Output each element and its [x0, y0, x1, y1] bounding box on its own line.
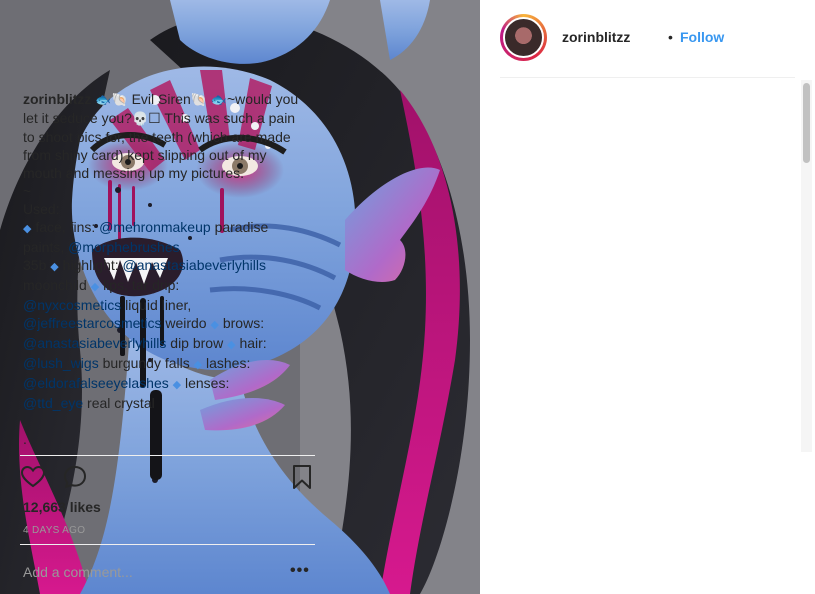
- mention-link[interactable]: @jeffreestarcosmetics: [23, 315, 161, 331]
- divider: [500, 77, 795, 78]
- speech-bubble-icon[interactable]: [62, 464, 88, 490]
- mention-link[interactable]: @eldorafalseeyelashes: [23, 375, 169, 391]
- box-glyph: ☐: [148, 110, 161, 126]
- comment-input[interactable]: [23, 562, 273, 582]
- post-timestamp[interactable]: 4 DAYS AGO: [23, 525, 85, 536]
- caption-text: moonchild: [23, 277, 87, 293]
- avatar[interactable]: [503, 17, 544, 58]
- diamond-icon: ◆: [172, 379, 182, 391]
- caption-text: highlight:: [62, 257, 119, 273]
- story-ring[interactable]: [500, 14, 547, 61]
- post-caption: zorinblitzz 🐟🐚 Evil Siren🐚 🐟~would you l…: [23, 90, 299, 452]
- skull-emoji: 💀: [131, 111, 149, 126]
- caption-text: 35b: [23, 257, 47, 273]
- caption-author-link[interactable]: zorinblitzz: [23, 91, 91, 107]
- more-options-button[interactable]: •••: [290, 562, 310, 580]
- divider: [20, 455, 315, 456]
- diamond-icon: ◆: [193, 359, 203, 371]
- caption-text: dip brow: [170, 335, 224, 351]
- caption-text: weirdo: [165, 315, 207, 331]
- caption-text: lenses:: [185, 375, 230, 391]
- action-bar: [20, 464, 315, 492]
- scrollbar-thumb[interactable]: [803, 83, 810, 163]
- caption-text: liquid liner,: [125, 297, 192, 313]
- fish-emoji: 🐟: [95, 92, 112, 107]
- fish-emoji: 🐟: [210, 92, 227, 107]
- caption-text: lips, tar drip:: [103, 277, 180, 293]
- caption-text: ~: [23, 183, 32, 199]
- divider: [20, 544, 315, 545]
- diamond-icon: ◆: [90, 281, 100, 293]
- mention-link[interactable]: @nyxcosmetics: [23, 297, 121, 313]
- caption-text: .: [23, 431, 27, 447]
- shell-emoji: 🐚: [111, 92, 128, 107]
- bookmark-icon[interactable]: [289, 464, 315, 490]
- username-link[interactable]: zorinblitzz: [562, 29, 630, 45]
- diamond-icon: ◆: [210, 319, 219, 331]
- mention-link[interactable]: @morphebrushes: [68, 239, 180, 255]
- shell-emoji: 🐚: [190, 92, 207, 107]
- mention-link[interactable]: @anastasiabeverlyhills: [123, 257, 266, 273]
- post-header: zorinblitzz • Follow: [480, 0, 815, 76]
- diamond-icon: ◆: [227, 339, 236, 351]
- caption-text: brows:: [222, 315, 265, 331]
- caption-text: .: [23, 413, 27, 429]
- mention-link[interactable]: @lush_wigs: [23, 355, 99, 371]
- caption-text: burgundy falls: [102, 355, 190, 371]
- post-details-panel: zorinblitzz • Follow: [480, 0, 815, 594]
- caption-text: Evil Siren: [131, 91, 191, 107]
- caption-scrollbar[interactable]: [801, 80, 812, 452]
- separator-dot: •: [668, 29, 673, 45]
- mention-link[interactable]: @mehronmakeup: [99, 219, 211, 235]
- like-count[interactable]: 12,663 likes: [23, 499, 101, 515]
- heart-outline-icon[interactable]: [20, 464, 46, 490]
- diamond-icon: ◆: [50, 261, 59, 273]
- mention-link[interactable]: @ttd_eye: [23, 395, 83, 411]
- caption-text: lashes:: [206, 355, 251, 371]
- caption-text: Used:: [23, 201, 60, 217]
- mention-link[interactable]: @anastasiabeverlyhills: [23, 335, 166, 351]
- caption-text: real crystal: [87, 395, 155, 411]
- diamond-icon: ◆: [23, 223, 32, 235]
- follow-button[interactable]: Follow: [680, 29, 724, 45]
- caption-text: hair:: [239, 335, 267, 351]
- caption-text: face, fins:: [35, 219, 96, 235]
